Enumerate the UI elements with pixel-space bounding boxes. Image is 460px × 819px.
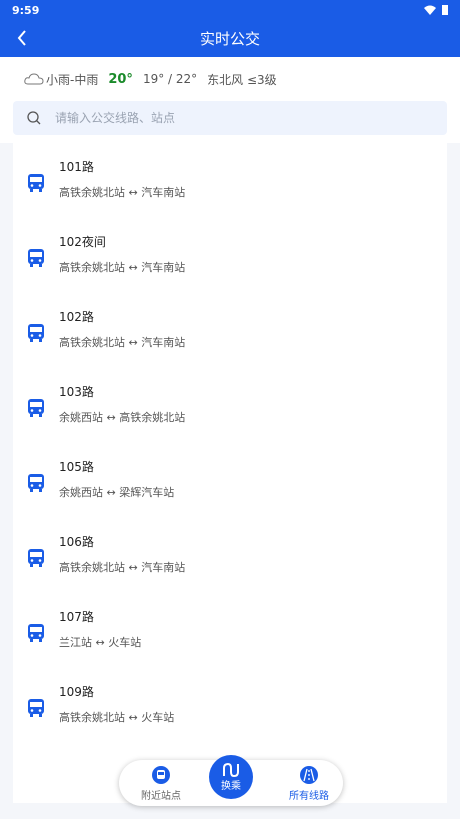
weather-condition: 小雨-中雨 [46, 72, 99, 87]
bus-icon [28, 398, 44, 417]
bus-stop-icon [152, 765, 170, 784]
search-input[interactable] [55, 111, 375, 125]
route-name: 103路 [59, 384, 94, 399]
route-item[interactable]: 109路高铁余姚北站 ↔ 火车站 [13, 668, 447, 743]
status-time: 9:59 [12, 3, 40, 17]
bus-icon [28, 173, 44, 192]
weather-temp: 20° [108, 71, 133, 87]
tab-nearby[interactable]: 附近站点 [141, 765, 181, 802]
battery-icon [442, 5, 448, 15]
route-name: 102路 [59, 309, 94, 324]
bus-icon [28, 623, 44, 642]
route-item[interactable]: 101路高铁余姚北站 ↔ 汽车南站 [13, 143, 447, 218]
chevron-left-icon [17, 30, 26, 46]
route-stops: 高铁余姚北站 ↔ 汽车南站 [59, 335, 186, 349]
route-stops: 高铁余姚北站 ↔ 汽车南站 [59, 185, 186, 199]
route-name: 109路 [59, 684, 94, 699]
route-stops: 高铁余姚北站 ↔ 汽车南站 [59, 260, 186, 274]
route-item[interactable]: 103路余姚西站 ↔ 高铁余姚北站 [13, 368, 447, 443]
route-name: 106路 [59, 534, 94, 549]
weather-wind: 东北风 ≤3级 [207, 72, 277, 87]
route-stops: 余姚西站 ↔ 梁辉汽车站 [59, 485, 175, 499]
status-bar: 9:59 [0, 0, 460, 20]
route-stops: 兰江站 ↔ 火车站 [59, 635, 142, 649]
wifi-icon [424, 5, 436, 15]
road-icon [300, 765, 318, 784]
page-title: 实时公交 [199, 30, 260, 48]
route-item[interactable]: 105路余姚西站 ↔ 梁辉汽车站 [13, 443, 447, 518]
back-button[interactable] [10, 26, 34, 50]
bus-icon [28, 323, 44, 342]
route-name: 101路 [59, 159, 94, 174]
search-icon [27, 111, 41, 125]
header-bar: 9:59 实时公交 [0, 0, 460, 57]
bottom-tabbar: 附近站点 换乘 所有线路 [119, 755, 343, 806]
route-item[interactable]: 107路兰江站 ↔ 火车站 [13, 593, 447, 668]
route-stops: 高铁余姚北站 ↔ 汽车南站 [59, 560, 186, 574]
bus-icon [28, 248, 44, 267]
route-name: 105路 [59, 459, 94, 474]
bus-icon [28, 698, 44, 717]
route-list: 101路 高铁余姚北站 ↔ 汽车南站 102夜间 高铁余姚北站 ↔ 汽车南站 102路高… [13, 143, 447, 803]
route-item[interactable]: 102路高铁余姚北站 ↔ 汽车南站 [13, 293, 447, 368]
route-item[interactable]: 102夜间高铁余姚北站 ↔ 汽车南站 [13, 218, 447, 293]
tab-transfer[interactable]: 换乘 [209, 755, 253, 799]
bus-icon [28, 548, 44, 567]
transfer-icon [223, 762, 239, 777]
tab-all-routes[interactable]: 所有线路 [289, 765, 329, 802]
weather-bar: 小雨-中雨 20° 19° / 22° 东北风 ≤3级 [0, 57, 460, 101]
bus-icon [28, 473, 44, 492]
route-item[interactable]: 106路高铁余姚北站 ↔ 汽车南站 [13, 518, 447, 593]
route-name: 107路 [59, 609, 94, 624]
route-name: 102夜间 [59, 234, 106, 249]
cloud-icon [24, 73, 44, 85]
weather-range: 19° / 22° [142, 72, 198, 86]
route-stops: 余姚西站 ↔ 高铁余姚北站 [59, 410, 186, 424]
route-stops: 高铁余姚北站 ↔ 火车站 [59, 710, 175, 724]
search-box[interactable] [13, 101, 447, 135]
